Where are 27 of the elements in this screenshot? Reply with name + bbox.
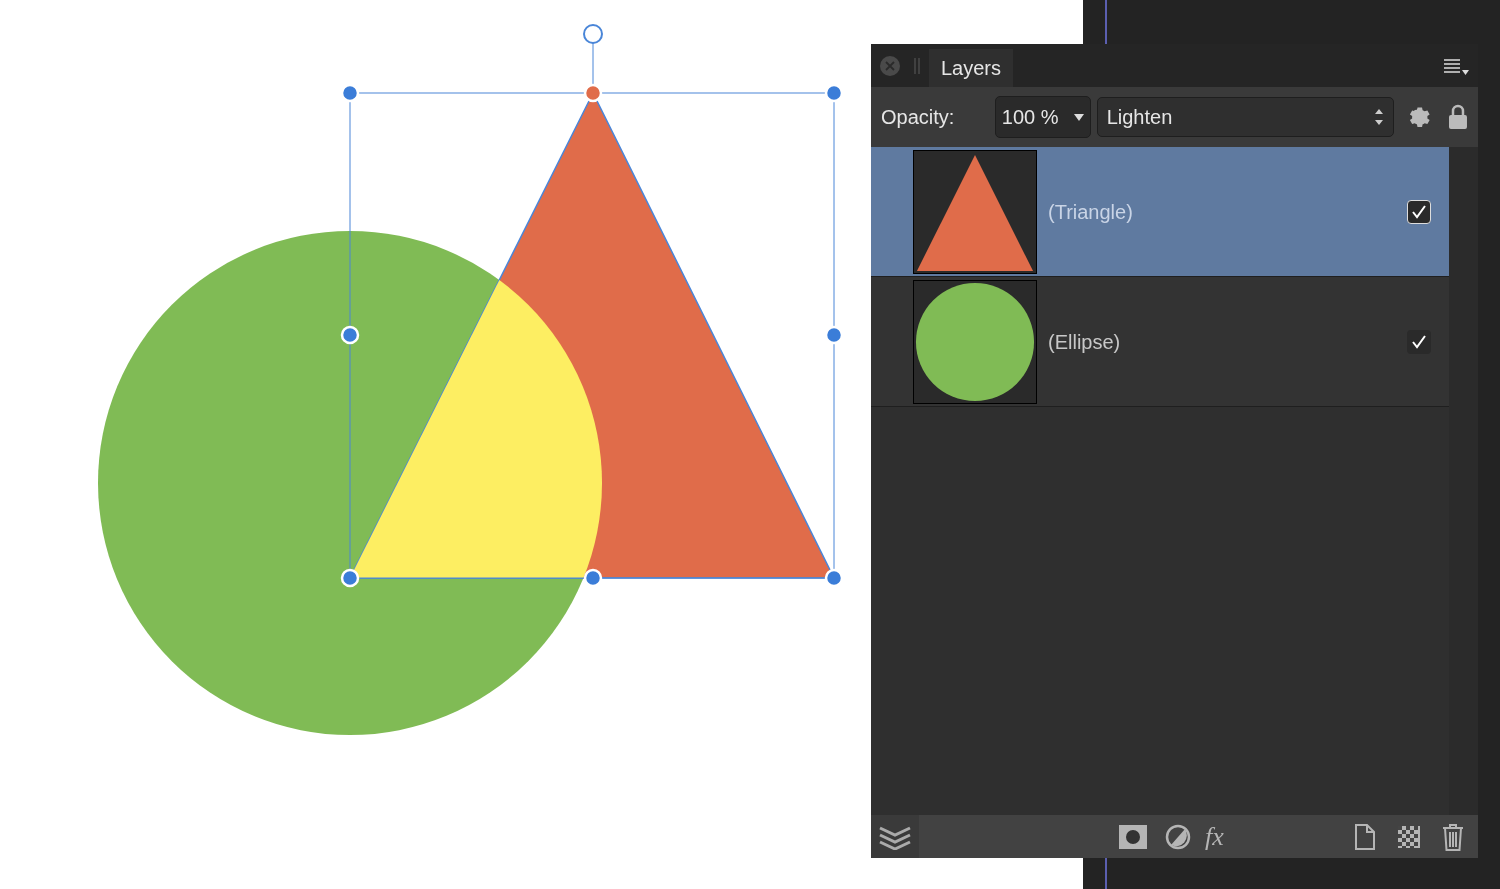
selection-handle-icon[interactable] (340, 568, 360, 588)
layer-name: (Ellipse) (1048, 329, 1122, 355)
selection-handle-icon[interactable] (824, 325, 844, 345)
layer-name: (Triangle) (1048, 199, 1134, 225)
layers-tab[interactable]: Layers (929, 49, 1014, 87)
selection-handle-icon[interactable] (340, 83, 360, 103)
adjustment-icon[interactable] (1165, 823, 1191, 850)
selection-handle-icon[interactable] (340, 325, 360, 345)
scrollbar-track[interactable] (1449, 147, 1478, 815)
lock-icon[interactable] (1448, 104, 1468, 130)
layer-row[interactable]: (Ellipse) (871, 277, 1449, 407)
selection-handle-icon[interactable] (824, 568, 844, 588)
drag-grip-icon[interactable] (913, 56, 921, 75)
visibility-checkbox[interactable] (1407, 199, 1431, 224)
opacity-label: Opacity: (881, 105, 956, 130)
menu-icon[interactable] (1442, 57, 1470, 77)
effects-button[interactable]: fx (1205, 823, 1224, 850)
visibility-checkbox[interactable] (1407, 329, 1431, 354)
node-handle-icon[interactable] (583, 83, 603, 103)
rotate-handle-icon[interactable] (583, 24, 603, 44)
blend-mode-select[interactable]: Lighten (1096, 97, 1395, 137)
trash-icon[interactable] (1442, 822, 1464, 851)
mask-icon[interactable] (1119, 824, 1147, 849)
opacity-dropdown[interactable]: 100 % (994, 96, 1091, 138)
selection-handle-icon[interactable] (824, 83, 844, 103)
selection-handle-icon[interactable] (583, 568, 603, 588)
document-icon[interactable] (1354, 823, 1376, 850)
